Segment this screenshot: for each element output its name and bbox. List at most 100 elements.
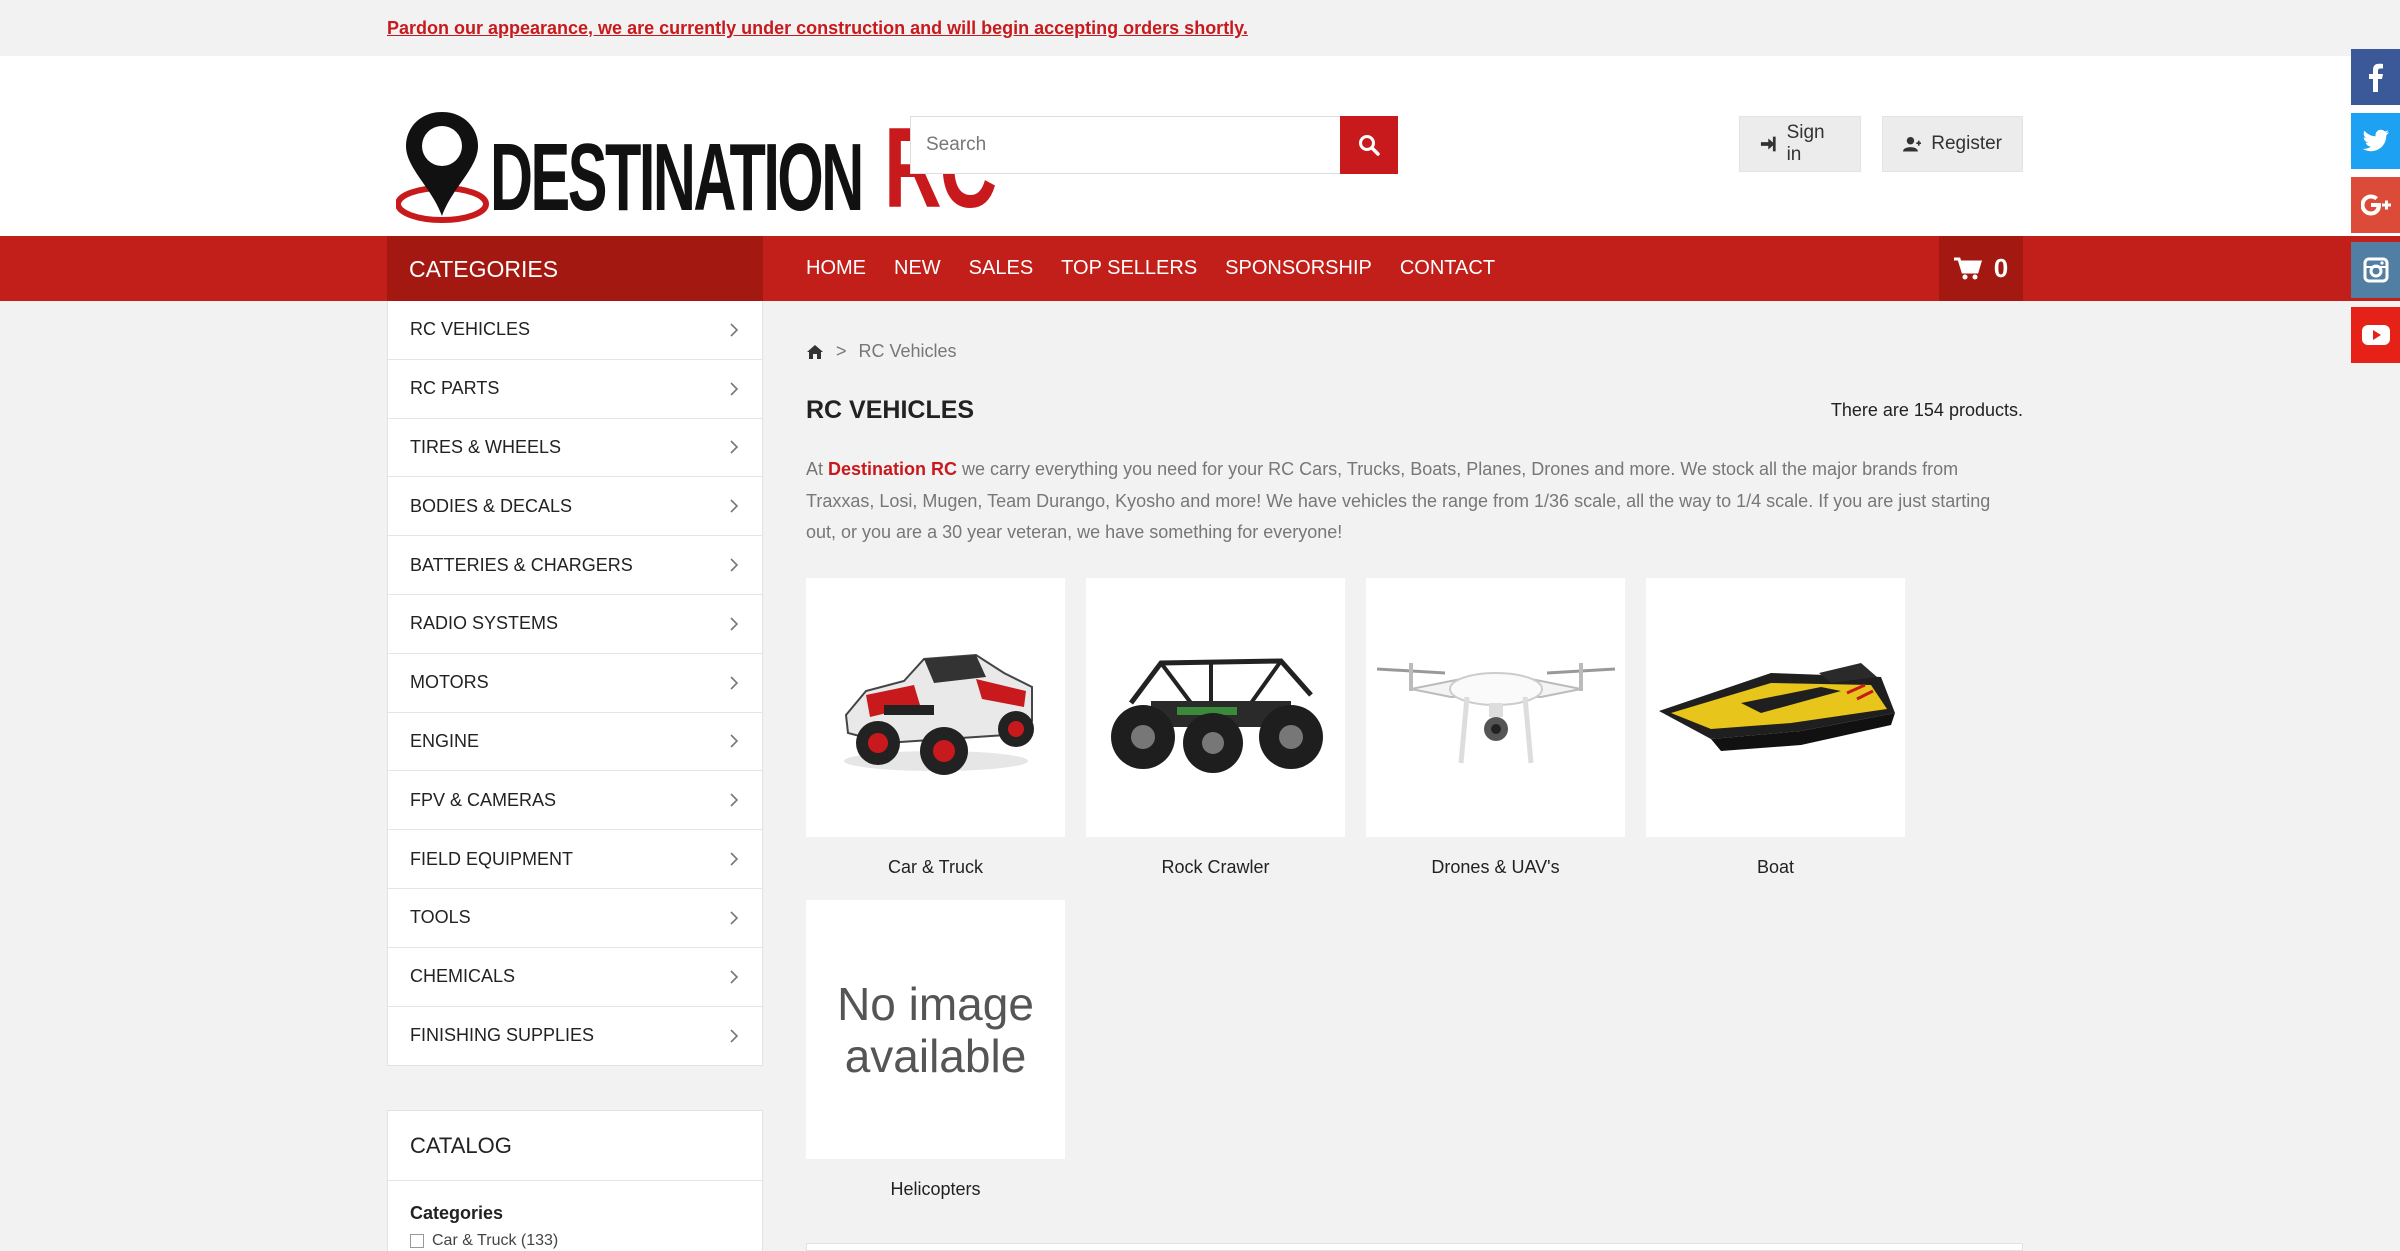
subcategory-label[interactable]: Car & Truck: [806, 857, 1065, 878]
chevron-right-icon: [730, 382, 739, 396]
chevron-right-icon: [730, 852, 739, 866]
search-button[interactable]: [1340, 116, 1398, 174]
subcategory-label[interactable]: Rock Crawler: [1086, 857, 1345, 878]
category-label: ENGINE: [410, 730, 480, 751]
category-label: RC VEHICLES: [410, 319, 531, 340]
no-image-text-line2: available: [844, 1029, 1027, 1082]
chevron-right-icon: [730, 911, 739, 925]
category-item-rc-parts[interactable]: RC PARTS: [388, 360, 762, 419]
category-item-batteries-chargers[interactable]: BATTERIES & CHARGERS: [388, 536, 762, 595]
chevron-right-icon: [730, 1029, 739, 1043]
register-button[interactable]: Register: [1882, 116, 2023, 172]
categories-header: CATEGORIES: [387, 236, 763, 301]
category-label: FPV & CAMERAS: [410, 789, 557, 810]
category-label: FINISHING SUPPLIES: [410, 1025, 595, 1046]
subcategory-image[interactable]: [1646, 578, 1905, 837]
site-logo[interactable]: DESTINATION RC: [396, 78, 997, 258]
category-label: BODIES & DECALS: [410, 495, 573, 516]
sign-in-button[interactable]: Sign in: [1739, 116, 1861, 172]
category-description: At Destination RC we carry everything yo…: [806, 459, 1991, 542]
subcategory-image[interactable]: [1366, 578, 1625, 837]
google-plus-icon: [2360, 194, 2391, 216]
sign-in-icon: [1760, 136, 1776, 152]
filter-option-label: Car & Truck (133): [432, 1232, 559, 1250]
instagram-button[interactable]: [2351, 242, 2400, 298]
subcategory-image[interactable]: [806, 578, 1065, 837]
shopping-cart-icon: [1953, 257, 1982, 279]
drone-image: [1376, 662, 1615, 763]
chevron-right-icon: [730, 499, 739, 513]
nav-item-top-sellers[interactable]: TOP SELLERS: [1061, 257, 1197, 280]
no-image-placeholder[interactable]: No image available: [806, 900, 1065, 1159]
youtube-button[interactable]: [2351, 307, 2400, 363]
breadcrumb-current: RC Vehicles: [858, 341, 957, 361]
boat-image: [1658, 662, 1895, 751]
subcategory-rock-crawler[interactable]: Rock Crawler: [1086, 578, 1345, 878]
catalog-filter-panel: CATALOG Categories Car & Truck (133): [387, 1110, 763, 1251]
search-bar: [910, 116, 1398, 174]
chevron-right-icon: [730, 793, 739, 807]
logo-text-destination: DESTINATION: [490, 124, 864, 231]
location-pin-icon: [396, 112, 489, 223]
cart-button[interactable]: 0: [1939, 236, 2023, 301]
category-item-fpv-cameras[interactable]: FPV & CAMERAS: [388, 771, 762, 831]
rock-crawler-image: [1110, 657, 1323, 773]
register-label: Register: [1931, 133, 2002, 154]
category-label: RADIO SYSTEMS: [410, 613, 559, 634]
category-label: MOTORS: [410, 672, 489, 693]
product-list-top-border: [806, 1243, 2023, 1251]
sidebar: RC VEHICLES RC PARTS TIRES & WHEELS BODI…: [387, 301, 763, 1251]
subcategory-car-truck[interactable]: Car & Truck: [806, 578, 1065, 878]
home-icon[interactable]: [806, 344, 824, 360]
cart-count: 0: [1993, 253, 2009, 283]
filter-checkbox[interactable]: [410, 1234, 424, 1249]
category-label: BATTERIES & CHARGERS: [410, 554, 633, 575]
nav-item-sales[interactable]: SALES: [969, 257, 1033, 280]
facebook-icon: [2368, 63, 2383, 92]
site-header: DESTINATION RC Sign in Register: [0, 56, 2400, 236]
subcategory-label[interactable]: Boat: [1646, 857, 1905, 878]
subcategory-label[interactable]: Drones & UAV's: [1366, 857, 1625, 878]
search-icon: [1359, 135, 1380, 156]
subcategory-boat[interactable]: Boat: [1646, 578, 1905, 878]
catalog-categories-heading: Categories: [410, 1203, 504, 1224]
category-item-motors[interactable]: MOTORS: [388, 654, 762, 713]
category-item-finishing-supplies[interactable]: FINISHING SUPPLIES: [388, 1007, 762, 1066]
nav-item-contact[interactable]: CONTACT: [1400, 257, 1495, 280]
catalog-title: CATALOG: [388, 1111, 762, 1182]
category-item-rc-vehicles[interactable]: RC VEHICLES: [388, 301, 762, 360]
twitter-button[interactable]: [2351, 113, 2400, 169]
category-item-radio-systems[interactable]: RADIO SYSTEMS: [388, 595, 762, 654]
category-item-field-equipment[interactable]: FIELD EQUIPMENT: [388, 830, 762, 889]
filter-option[interactable]: Car & Truck (133): [388, 1232, 762, 1250]
twitter-icon: [2362, 129, 2389, 152]
nav-item-home[interactable]: HOME: [806, 257, 866, 280]
facebook-button[interactable]: [2351, 49, 2400, 105]
category-item-tires-wheels[interactable]: TIRES & WHEELS: [388, 419, 762, 478]
nav-item-sponsorship[interactable]: SPONSORSHIP: [1225, 257, 1372, 280]
category-item-tools[interactable]: TOOLS: [388, 889, 762, 948]
category-item-engine[interactable]: ENGINE: [388, 713, 762, 772]
subcategory-helicopters[interactable]: No image available Helicopters: [806, 900, 1065, 1200]
subcategory-drones[interactable]: Drones & UAV's: [1366, 578, 1625, 878]
category-item-bodies-decals[interactable]: BODIES & DECALS: [388, 477, 762, 537]
search-input[interactable]: [910, 116, 1340, 174]
category-label: TOOLS: [410, 907, 471, 928]
category-label: FIELD EQUIPMENT: [410, 848, 574, 869]
breadcrumb: > RC Vehicles: [806, 341, 957, 362]
instagram-icon: [2363, 257, 2388, 283]
category-item-chemicals[interactable]: CHEMICALS: [388, 948, 762, 1007]
construction-notice-link[interactable]: Pardon our appearance, we are currently …: [387, 18, 1248, 39]
chevron-right-icon: [730, 617, 739, 631]
chevron-right-icon: [730, 970, 739, 984]
main-navbar: CATEGORIES HOME NEW SALES TOP SELLERS SP…: [0, 236, 2400, 301]
notice-bar: Pardon our appearance, we are currently …: [0, 0, 2400, 56]
chevron-right-icon: [730, 440, 739, 455]
subcategory-image[interactable]: [1086, 578, 1345, 837]
google-plus-button[interactable]: [2351, 177, 2400, 233]
subcategory-label[interactable]: Helicopters: [806, 1179, 1065, 1200]
nav-item-new[interactable]: NEW: [894, 257, 941, 280]
no-image-text-line1: No image: [837, 977, 1034, 1030]
breadcrumb-separator: >: [836, 341, 847, 361]
category-list: RC VEHICLES RC PARTS TIRES & WHEELS BODI…: [387, 301, 763, 1067]
